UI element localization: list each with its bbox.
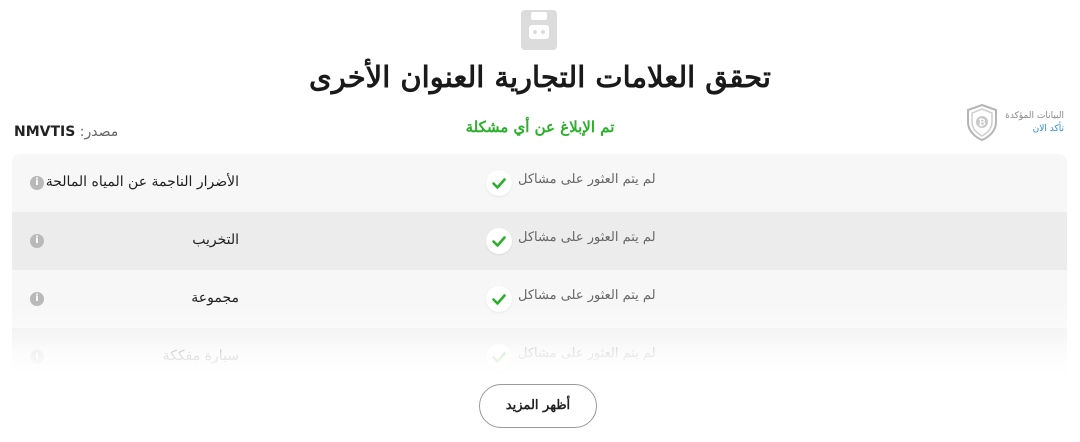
check-icon bbox=[486, 344, 512, 370]
svg-text:₿: ₿ bbox=[978, 118, 985, 129]
verified-data-badge[interactable]: ₿ البيانات المؤكدة تأكد الان bbox=[966, 104, 1066, 142]
check-icon bbox=[486, 286, 512, 312]
check-icon bbox=[486, 228, 512, 254]
check-row: i مجموعة لم يتم العثور على مشاكل bbox=[12, 270, 1067, 328]
show-more-button[interactable]: أظهر المزيد bbox=[479, 384, 597, 428]
verified-badge-text: البيانات المؤكدة تأكد الان bbox=[1000, 110, 1064, 136]
check-label: التخريب bbox=[192, 232, 239, 248]
source-label: :مصدر bbox=[79, 124, 119, 140]
check-label: سيارة مفككة bbox=[162, 348, 239, 364]
check-result: لم يتم العثور على مشاكل bbox=[518, 230, 656, 245]
check-label: الأضرار الناجمة عن المياه المالحة bbox=[45, 174, 239, 190]
verified-badge-title: البيانات المؤكدة bbox=[1005, 111, 1064, 121]
verified-badge-link[interactable]: تأكد الان bbox=[1000, 123, 1064, 136]
check-label: مجموعة bbox=[191, 290, 239, 306]
status-message: تم الإبلاغ عن أي مشكلة bbox=[465, 118, 615, 136]
check-result: لم يتم العثور على مشاكل bbox=[518, 172, 656, 187]
info-icon[interactable]: i bbox=[30, 234, 44, 248]
check-result: لم يتم العثور على مشاكل bbox=[518, 288, 656, 303]
check-icon bbox=[486, 170, 512, 196]
info-icon[interactable]: i bbox=[30, 176, 44, 190]
page-title: تحقق العلامات التجارية العنوان الأخرى bbox=[309, 60, 771, 94]
info-icon[interactable]: i bbox=[30, 350, 44, 364]
check-row: i سيارة مفككة لم يتم العثور على مشاكل bbox=[12, 328, 1067, 376]
info-icon[interactable]: i bbox=[30, 292, 44, 306]
check-row: i التخريب لم يتم العثور على مشاكل bbox=[12, 212, 1067, 270]
shield-bitcoin-icon: ₿ bbox=[967, 104, 997, 141]
title-brand-check-page: تحقق العلامات التجارية العنوان الأخرى تم… bbox=[0, 0, 1080, 442]
checks-table: i الأضرار الناجمة عن المياه المالحة لم ي… bbox=[12, 154, 1067, 376]
source-value: NMVTIS bbox=[14, 124, 76, 140]
check-result: لم يتم العثور على مشاكل bbox=[518, 346, 656, 361]
report-icon bbox=[521, 10, 557, 50]
source-info: NMVTIS :مصدر bbox=[14, 124, 118, 140]
check-row: i الأضرار الناجمة عن المياه المالحة لم ي… bbox=[12, 154, 1067, 212]
